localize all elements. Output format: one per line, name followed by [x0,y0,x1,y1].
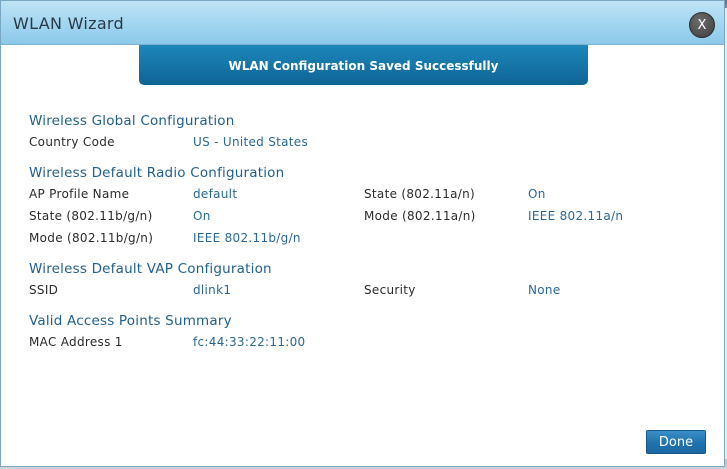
ap-profile-name-value: default [193,187,238,201]
section-title-vap: Wireless Default VAP Configuration [29,261,272,277]
state-11an-value: On [528,187,546,201]
done-button[interactable]: Done [646,430,706,454]
section-title-global: Wireless Global Configuration [29,113,235,129]
ssid-value: dlink1 [193,283,232,297]
close-button[interactable]: X [689,12,715,38]
country-code-value: US - United States [193,135,309,149]
security-label: Security [364,283,416,297]
section-title-radio: Wireless Default Radio Configuration [29,165,285,181]
mode-11an-label: Mode (802.11a/n) [364,209,476,223]
mac-address-value: fc:44:33:22:11:00 [193,335,306,349]
mode-11bgn-label: Mode (802.11b/g/n) [29,231,154,245]
close-icon: X [697,18,707,33]
state-11bgn-label: State (802.11b/g/n) [29,209,153,223]
dialog-title: WLAN Wizard [13,14,124,33]
ssid-label: SSID [29,283,59,297]
section-title-valid-ap: Valid Access Points Summary [29,313,232,329]
state-11an-label: State (802.11a/n) [364,187,476,201]
ap-profile-name-label: AP Profile Name [29,187,130,201]
state-11bgn-value: On [193,209,211,223]
security-value: None [528,283,561,297]
wlan-wizard-dialog: WLAN Wizard X WLAN Configuration Saved S… [0,0,725,467]
dialog-body: WLAN Configuration Saved Successfully Wi… [1,45,724,466]
country-code-label: Country Code [29,135,115,149]
mac-address-label: MAC Address 1 [29,335,123,349]
mode-11bgn-value: IEEE 802.11b/g/n [193,231,301,245]
mode-11an-value: IEEE 802.11a/n [528,209,624,223]
success-banner: WLAN Configuration Saved Successfully [139,45,588,85]
dialog-titlebar: WLAN Wizard X [1,1,724,45]
